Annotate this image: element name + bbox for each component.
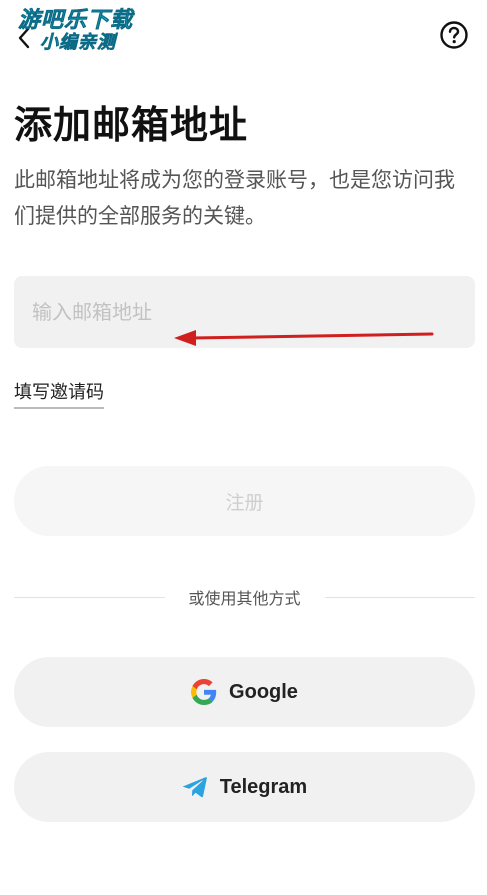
invite-code-link[interactable]: 填写邀请码: [14, 378, 104, 409]
watermark-line2: 小编亲测: [40, 32, 116, 53]
email-input[interactable]: [14, 276, 475, 348]
google-icon: [191, 679, 217, 705]
divider-line-right: [324, 596, 476, 598]
question-circle-icon: [440, 21, 468, 49]
google-login-label: Google: [229, 680, 298, 703]
other-methods-divider: 或使用其他方式: [14, 584, 476, 610]
chevron-left-icon: [18, 27, 30, 49]
register-button[interactable]: 注册: [14, 466, 475, 536]
help-button[interactable]: [439, 20, 469, 50]
divider-line-left: [14, 596, 165, 598]
divider-text: 或使用其他方式: [188, 589, 301, 608]
telegram-icon: [182, 774, 208, 800]
telegram-login-button[interactable]: Telegram: [14, 752, 475, 822]
telegram-login-label: Telegram: [219, 775, 308, 798]
google-login-button[interactable]: Google: [14, 657, 475, 727]
back-button[interactable]: [8, 20, 40, 56]
page-title: 添加邮箱地址: [14, 103, 249, 147]
email-field-container: [14, 276, 475, 348]
add-email-screen: 游吧乐下载 小编亲测 添加邮箱地址 此邮箱地址将成为您的登录账号，也是您访问我们…: [0, 0, 487, 895]
page-description: 此邮箱地址将成为您的登录账号，也是您访问我们提供的全部服务的关键。: [14, 168, 455, 228]
